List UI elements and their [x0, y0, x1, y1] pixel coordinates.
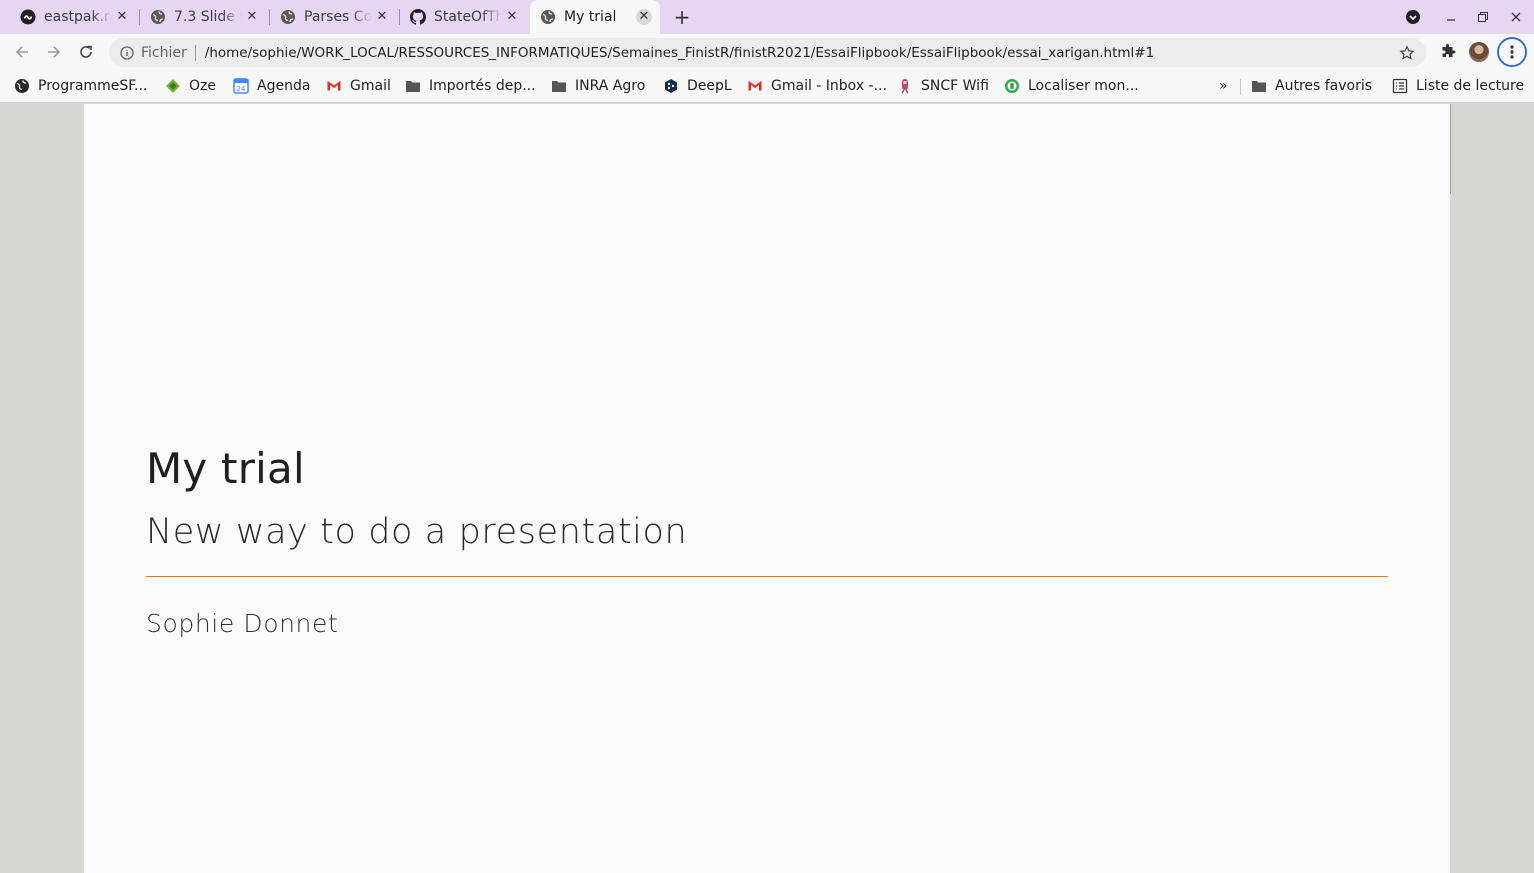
restore-icon: [1478, 12, 1488, 22]
arrow-right-icon: [48, 46, 61, 58]
bookmark-oze[interactable]: Oze: [165, 76, 216, 96]
slide[interactable]: My trial New way to do a presentation So…: [84, 104, 1450, 873]
calendar-icon: 24: [233, 78, 249, 94]
tab-label: eastpak.n: [44, 9, 112, 25]
bookmark-star-icon[interactable]: [1398, 44, 1416, 62]
tab-label: Parses Co: [304, 9, 372, 25]
slide-title: My trial: [146, 444, 305, 493]
reload-button[interactable]: [76, 42, 96, 62]
slide-subtitle: New way to do a presentation: [146, 512, 688, 552]
close-icon[interactable]: ✕: [374, 9, 390, 25]
new-tab-button[interactable]: +: [672, 7, 692, 27]
reading-list-icon: [1392, 78, 1408, 94]
globe-dark-icon: [14, 78, 30, 94]
info-icon[interactable]: [119, 45, 135, 61]
bookmark-autres-favoris[interactable]: Autres favoris: [1251, 76, 1372, 96]
puzzle-icon: [1442, 44, 1456, 57]
address-bar[interactable]: Fichier /home/sophie/WORK_LOCAL/RESSOURC…: [109, 38, 1426, 67]
arrow-left-icon: [15, 46, 28, 58]
svg-text:24: 24: [237, 85, 246, 93]
tab-eastpak[interactable]: eastpak.n ✕: [0, 0, 138, 34]
locate-icon: [1004, 78, 1020, 94]
close-icon[interactable]: ✕: [504, 9, 520, 25]
bookmark-label: Importés dep...: [429, 78, 536, 94]
bookmark-label: SNCF Wifi: [921, 78, 989, 94]
scrollbar[interactable]: [1450, 104, 1451, 194]
url-scheme-label: Fichier: [141, 44, 196, 61]
globe-icon: [280, 9, 296, 25]
back-button[interactable]: [12, 42, 32, 62]
close-icon[interactable]: ✕: [636, 9, 652, 25]
tab-label: StateOfTh: [434, 9, 502, 25]
tab-github[interactable]: StateOfTh ✕: [390, 0, 528, 34]
github-icon: [410, 9, 426, 25]
bookmark-label: INRA Agro: [575, 78, 646, 94]
bookmark-gmail[interactable]: Gmail: [326, 76, 391, 96]
bookmark-label: Agenda: [257, 78, 311, 94]
gmail-icon: [747, 78, 763, 94]
avatar[interactable]: [1469, 42, 1489, 62]
bookmark-label: Gmail: [350, 78, 391, 94]
bookmark-gmail-inbox[interactable]: Gmail - Inbox -...: [747, 76, 887, 96]
bookmarks-bar: ProgrammeSF... Oze 24 Agenda Gmail Impor…: [0, 70, 1534, 103]
restore-button[interactable]: [1474, 8, 1492, 26]
tab-label: 7.3 Slide f: [174, 9, 242, 25]
bookmark-label: Liste de lecture: [1416, 78, 1525, 94]
bookmarks-overflow-button[interactable]: »: [1219, 76, 1228, 96]
extensions-button[interactable]: [1439, 43, 1457, 61]
url-text[interactable]: /home/sophie/WORK_LOCAL/RESSOURCES_INFOR…: [205, 45, 1398, 61]
more-vertical-icon: [1510, 45, 1514, 59]
menu-button[interactable]: [1497, 37, 1527, 67]
reload-icon: [80, 45, 92, 58]
bookmark-programmesf[interactable]: ProgrammeSF...: [14, 76, 147, 96]
bookmark-label: Oze: [189, 78, 216, 94]
bookmark-sncf-wifi[interactable]: SNCF Wifi: [897, 76, 989, 96]
bookmark-deepl[interactable]: DeepL: [663, 76, 732, 96]
minimize-icon: [1447, 19, 1455, 21]
tab-my-trial[interactable]: My trial ✕: [530, 0, 660, 34]
oze-icon: [165, 78, 181, 94]
bookmark-label: Localiser mon...: [1028, 78, 1139, 94]
bookmark-importes[interactable]: Importés dep...: [405, 76, 536, 96]
reading-list-button[interactable]: Liste de lecture: [1392, 76, 1524, 96]
sncf-icon: [897, 78, 913, 94]
forward-button[interactable]: [44, 42, 64, 62]
close-icon: [1511, 12, 1521, 22]
folder-icon: [551, 78, 567, 94]
eastpak-logo-icon: [20, 9, 36, 25]
page-viewport: My trial New way to do a presentation So…: [0, 104, 1534, 873]
bookmark-label: Gmail - Inbox -...: [771, 78, 887, 94]
tab-parses[interactable]: Parses Co ✕: [260, 0, 398, 34]
minimize-button[interactable]: [1442, 8, 1460, 26]
tab-label: My trial: [564, 9, 617, 25]
tab-strip: eastpak.n ✕ 7.3 Slide f ✕ Parses Co ✕ St…: [0, 0, 1534, 34]
close-window-button[interactable]: [1507, 8, 1525, 26]
gmail-icon: [326, 78, 342, 94]
slide-author: Sophie Donnet: [146, 609, 339, 638]
title-divider: [146, 576, 1388, 577]
globe-icon: [150, 9, 166, 25]
globe-icon: [540, 9, 556, 25]
bookmark-agenda[interactable]: 24 Agenda: [233, 76, 310, 96]
bookmark-inra-agro[interactable]: INRA Agro: [551, 76, 645, 96]
toolbar: Fichier /home/sophie/WORK_LOCAL/RESSOURC…: [0, 34, 1534, 70]
bookmarks-separator: [1240, 79, 1241, 95]
bookmark-label: Autres favoris: [1275, 78, 1373, 94]
bookmark-localiser[interactable]: Localiser mon...: [1004, 76, 1139, 96]
bookmark-label: ProgrammeSF...: [38, 78, 148, 94]
folder-icon: [405, 78, 421, 94]
tab-search-button[interactable]: [1404, 8, 1422, 26]
chevron-down-icon: [1406, 10, 1420, 24]
close-icon[interactable]: ✕: [244, 9, 260, 25]
folder-icon: [1251, 78, 1267, 94]
close-icon[interactable]: ✕: [114, 9, 130, 25]
tab-slide[interactable]: 7.3 Slide f ✕: [130, 0, 268, 34]
deepl-icon: [663, 78, 679, 94]
bookmark-label: DeepL: [687, 78, 732, 94]
